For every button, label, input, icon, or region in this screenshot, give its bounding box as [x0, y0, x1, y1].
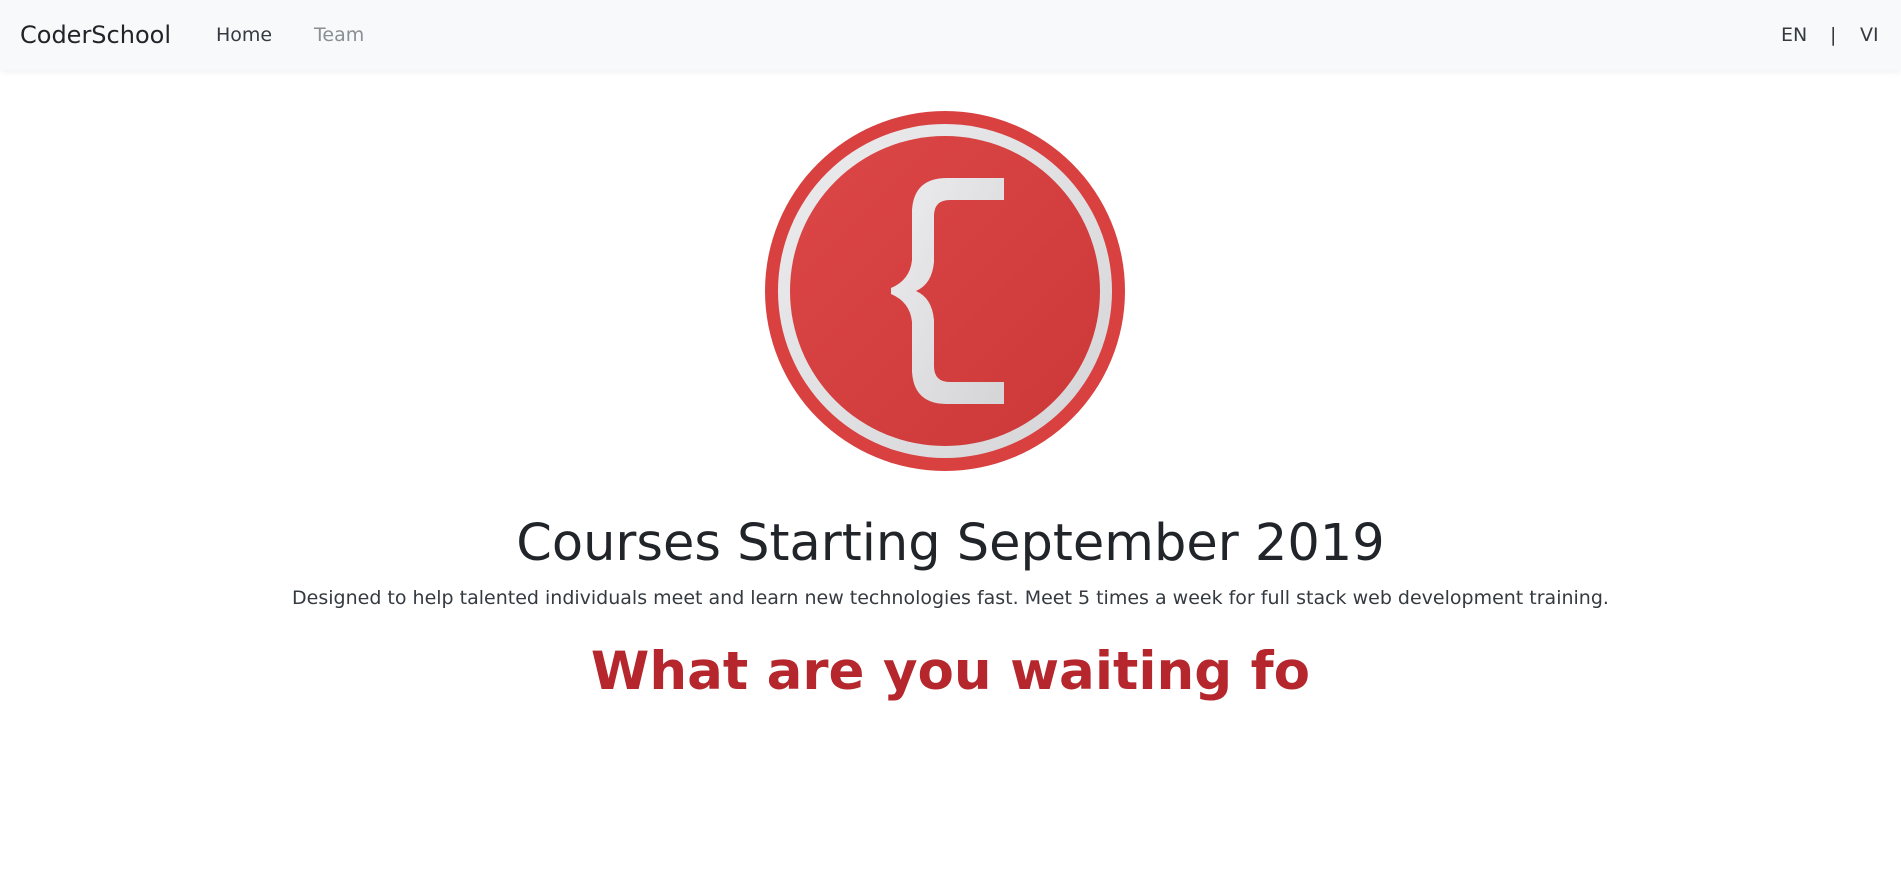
coderschool-logo-icon [764, 110, 1126, 472]
language-en-link[interactable]: EN [1781, 23, 1807, 47]
nav-home-link[interactable]: Home [216, 23, 272, 47]
brand-link[interactable]: CoderSchool [20, 19, 171, 51]
language-separator: | [1830, 24, 1837, 46]
language-vi-link[interactable]: VI [1860, 23, 1879, 47]
hero-call-to-action: What are you waiting fo [590, 641, 1311, 702]
hero-title: Courses Starting September 2019 [516, 514, 1385, 573]
nav-team-link[interactable]: Team [314, 23, 364, 47]
top-navbar: CoderSchool Home Team EN | VI [0, 0, 1901, 70]
hero-description: Designed to help talented individuals me… [292, 587, 1609, 609]
curly-brace-logo-icon [765, 111, 1125, 471]
